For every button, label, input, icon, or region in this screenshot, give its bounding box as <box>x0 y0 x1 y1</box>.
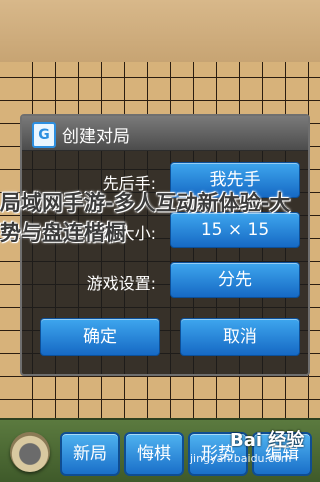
overlay-caption-line2: 势与盘连楷橱 <box>0 221 126 245</box>
undo-button[interactable]: 悔棋 <box>124 432 184 476</box>
cancel-button[interactable]: 取消 <box>180 318 300 356</box>
confirm-button[interactable]: 确定 <box>40 318 160 356</box>
game-settings-button[interactable]: 分先 <box>170 262 300 298</box>
app-logo-icon: G <box>32 122 56 148</box>
dialog-header: G 创建对局 <box>22 116 308 151</box>
overlay-caption-line1: 局域网手游-多人互动新体验-大 <box>0 191 291 215</box>
dialog-title: 创建对局 <box>62 127 130 147</box>
new-game-button[interactable]: 新局 <box>60 432 120 476</box>
watermark-logo: Bai 经验 <box>230 430 305 451</box>
stone-bowl-icon[interactable] <box>10 432 50 472</box>
top-wood-strip <box>0 0 320 64</box>
game-settings-label: 游戏设置: <box>86 274 156 293</box>
watermark-url: jingyan.baidu.com <box>190 452 292 465</box>
